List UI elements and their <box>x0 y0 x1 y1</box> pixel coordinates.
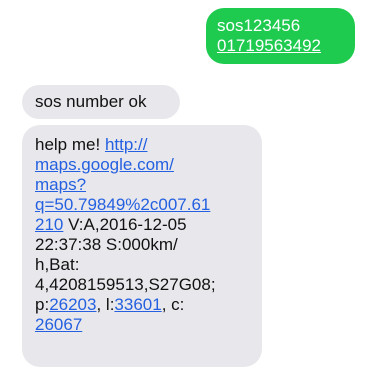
outgoing-message-bubble[interactable]: sos123456 01719563492 <box>206 8 355 64</box>
maps-link-part[interactable]: maps? <box>35 175 86 194</box>
p-number-link[interactable]: 26203 <box>49 295 96 314</box>
outgoing-message-text: sos123456 <box>217 16 301 35</box>
gps-status-text: V:A,2016-12-05 <box>63 215 187 234</box>
maps-link-part[interactable]: http:// <box>105 135 148 154</box>
l-number-link[interactable]: 33601 <box>114 295 161 314</box>
maps-link-part[interactable]: maps.google.com/ <box>35 155 174 174</box>
battery-label-text: h,Bat: <box>35 255 80 274</box>
message-thread[interactable]: sos123456 01719563492 sos number ok help… <box>0 0 368 371</box>
c-label: , c: <box>161 295 185 314</box>
p-label: p: <box>35 295 50 314</box>
message-prefix-text: help me! <box>35 135 105 154</box>
incoming-location-message-bubble[interactable]: help me! http:// maps.google.com/ maps? … <box>22 125 262 367</box>
c-number-link[interactable]: 26067 <box>35 315 82 334</box>
incoming-message-text: sos number ok <box>35 92 147 111</box>
maps-link-part[interactable]: 210 <box>35 215 63 234</box>
time-speed-text: 22:37:38 S:000km/ <box>35 235 178 254</box>
phone-number-link[interactable]: 01719563492 <box>217 36 344 56</box>
device-codes-text: 4,4208159513,S27G08; <box>35 275 216 294</box>
incoming-message-bubble[interactable]: sos number ok <box>22 85 180 119</box>
maps-link-part[interactable]: q=50.79849%2c007.61 <box>35 195 210 214</box>
l-label: , l: <box>96 295 115 314</box>
